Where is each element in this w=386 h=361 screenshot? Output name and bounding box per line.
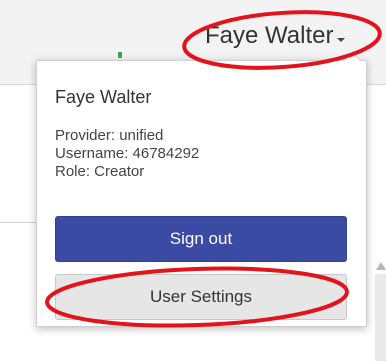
sign-out-button[interactable]: Sign out: [55, 216, 347, 262]
caret-down-icon: [337, 38, 346, 42]
user-settings-button[interactable]: User Settings: [55, 274, 347, 320]
role-text: Role: Creator: [55, 163, 145, 180]
background-status-mark: [118, 52, 122, 58]
screenshot-stage: Faye Walter Faye Walter Provider: unifie…: [0, 0, 386, 361]
user-account-info: Provider: unified Username: 46784292 Rol…: [55, 127, 199, 181]
dropdown-pointer-fill: [344, 53, 360, 61]
scrollbar-track[interactable]: [375, 274, 386, 361]
user-display-name: Faye Walter: [55, 87, 152, 107]
scroll-up-arrow-icon[interactable]: [376, 262, 386, 270]
user-menu-toggle[interactable]: Faye Walter: [205, 16, 346, 56]
user-menu-dropdown: Faye Walter Provider: unified Username: …: [36, 52, 367, 327]
user-menu-toggle-label: Faye Walter: [205, 22, 334, 49]
username-text: Username: 46784292: [55, 145, 200, 162]
provider-text: Provider: unified: [55, 127, 164, 144]
